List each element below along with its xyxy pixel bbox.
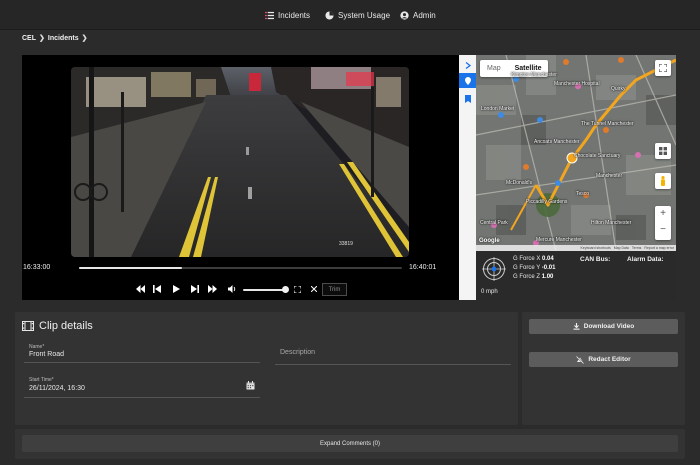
step-back-icon[interactable] — [152, 284, 162, 294]
skip-back-icon[interactable] — [135, 284, 145, 294]
clip-details-heading: Clip details — [39, 320, 93, 332]
map-fullscreen-icon[interactable] — [655, 60, 671, 76]
map-label: The Tunnel Manchester — [581, 121, 634, 127]
chevron-right-icon: ❯ — [39, 35, 45, 42]
map-label: Tesco — [576, 191, 590, 197]
skip-forward-icon[interactable] — [207, 284, 217, 294]
name-field-underline — [24, 362, 260, 363]
telemetry-panel: G Force X 0.04 G Force Y -0.01 G Force Z… — [476, 251, 676, 300]
google-logo: Google — [479, 238, 500, 244]
map-label: Kimpton Manchester — [511, 72, 557, 78]
start-time-label: Start Time* — [29, 377, 54, 383]
download-icon — [573, 323, 580, 330]
can-bus-label: CAN Bus: — [580, 256, 611, 263]
gforce-y: G Force Y -0.01 — [513, 265, 556, 271]
fullscreen-icon[interactable] — [292, 284, 302, 294]
map-label: Chocolate Sanctuary — [574, 153, 621, 159]
bookmark-icon[interactable] — [459, 91, 476, 106]
nav-incidents[interactable]: Incidents — [265, 8, 310, 22]
map-pin-icon[interactable] — [459, 73, 476, 88]
gforce-x: G Force X 0.04 — [513, 256, 554, 262]
description-field[interactable]: Description — [280, 349, 315, 356]
video-player: 33819 — [22, 55, 459, 300]
chevron-right-icon: ❯ — [81, 35, 88, 42]
calendar-icon[interactable] — [246, 381, 255, 390]
breadcrumb: CEL ❯ Incidents ❯ — [22, 32, 87, 44]
map-toggle-map[interactable]: Map — [480, 60, 508, 77]
map-side-toolbar — [459, 55, 476, 300]
time-current: 16:33:00 — [23, 264, 51, 271]
step-forward-icon[interactable] — [190, 284, 200, 294]
zoom-controls: + − — [655, 206, 671, 240]
street-scene-image: 33819 — [71, 67, 409, 257]
alarm-data-label: Alarm Data: — [627, 256, 664, 263]
start-time-field[interactable]: 26/11/2024, 16:30 — [29, 385, 85, 392]
map-label: Piccadilly Gardens — [526, 199, 568, 205]
film-icon — [22, 321, 34, 331]
pie-chart-icon — [325, 10, 334, 20]
expand-comments-button[interactable]: Expand Comments (0) — [22, 435, 678, 452]
video-overlay-id: 33819 — [339, 241, 353, 247]
zoom-in-icon[interactable]: + — [660, 206, 666, 223]
video-frame[interactable]: 33819 — [71, 67, 409, 257]
map-label: Mercure Manchester — [536, 237, 582, 243]
redact-editor-label: Redact Editor — [588, 356, 631, 363]
map-footer-link[interactable]: Keyboard shortcuts — [581, 246, 611, 250]
description-field-underline — [275, 364, 511, 365]
nav-admin-label: Admin — [413, 10, 436, 20]
gforce-target-icon — [482, 257, 506, 281]
chevron-right-icon[interactable] — [459, 58, 476, 73]
gforce-z: G Force Z 1.00 — [513, 274, 554, 280]
name-field[interactable]: Front Road — [29, 351, 64, 358]
redact-editor-button[interactable]: Redact Editor — [529, 352, 678, 367]
user-circle-icon — [400, 10, 409, 20]
zoom-out-icon[interactable]: − — [660, 223, 666, 240]
map-grid-icon[interactable] — [655, 143, 671, 159]
map-label: Central Park — [480, 220, 508, 226]
start-time-underline — [24, 397, 260, 398]
map-footer-link[interactable]: Report a map error — [644, 246, 674, 250]
nav-incidents-label: Incidents — [278, 10, 311, 20]
speed-readout: 0 mph — [481, 289, 498, 295]
top-nav: Incidents System Usage Admin — [0, 0, 700, 30]
volume-slider[interactable] — [243, 289, 285, 291]
volume-slider-handle[interactable] — [282, 286, 289, 293]
pegman-icon[interactable] — [655, 173, 671, 189]
progress-fill — [79, 267, 183, 269]
map-label: Ancoats Manchester — [534, 139, 580, 145]
nav-system-usage-label: System Usage — [338, 10, 391, 20]
clip-details-title: Clip details — [22, 320, 93, 332]
play-icon[interactable] — [171, 284, 181, 294]
time-end: 16:40:01 — [409, 264, 437, 271]
breadcrumb-incidents[interactable]: Incidents — [48, 35, 79, 42]
redact-icon — [576, 355, 585, 364]
map-label: London Market — [481, 106, 515, 112]
map-label: Hilton Manchester — [591, 220, 632, 226]
map-label: Manchester Hospital — [554, 81, 600, 87]
trim-button[interactable]: Trim — [322, 283, 347, 296]
nav-system-usage[interactable]: System Usage — [325, 8, 390, 22]
name-field-label: Name* — [29, 344, 45, 350]
nav-admin[interactable]: Admin — [400, 8, 436, 22]
progress-bar[interactable] — [79, 267, 402, 269]
map-footer-link[interactable]: Terms — [632, 246, 642, 250]
map-footer-link[interactable]: Map Data — [614, 246, 629, 250]
list-icon — [265, 11, 274, 19]
map-view[interactable]: Map Satellite Manchester Hospital Quirky… — [476, 55, 676, 251]
breadcrumb-cel[interactable]: CEL — [22, 35, 36, 42]
map-label: Quirky — [611, 86, 626, 92]
map-label: McDonald's — [506, 180, 532, 186]
volume-icon[interactable] — [227, 284, 237, 294]
download-video-label: Download Video — [583, 323, 635, 330]
download-video-button[interactable]: Download Video — [529, 319, 678, 334]
map-label: Manchester — [596, 173, 623, 179]
close-icon[interactable] — [309, 284, 319, 294]
